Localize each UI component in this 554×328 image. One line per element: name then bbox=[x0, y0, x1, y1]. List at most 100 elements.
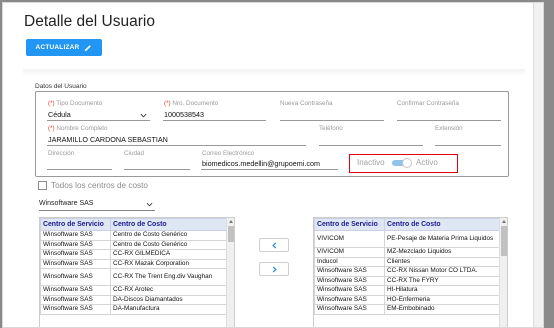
nueva-contrasena-label: Nueva Contraseña bbox=[280, 100, 333, 107]
direccion-label: Dirección bbox=[48, 150, 75, 157]
nueva-contrasena-input[interactable] bbox=[280, 120, 384, 121]
right-table-scroll-thumb[interactable] bbox=[501, 226, 507, 256]
table-cell: Winsoftware SAS bbox=[314, 294, 385, 305]
company-select-value: Winsoftware SAS bbox=[39, 200, 94, 207]
table-cell: CC-RX Arotec bbox=[110, 285, 227, 296]
table-row[interactable]: VIVICOM PE-Pesaje de Materia Prima Liquid… bbox=[314, 230, 500, 248]
right-table-scrollbar[interactable] bbox=[499, 218, 507, 327]
table-row[interactable]: Winsoftware SAS Centro de Costo Genérico bbox=[40, 230, 227, 241]
extension-label: Extensión bbox=[435, 125, 463, 132]
company-select[interactable]: Winsoftware SAS bbox=[39, 199, 155, 211]
nro-documento-label: (*) Nro. Documento bbox=[164, 100, 218, 107]
table-row[interactable]: Winsoftware SAS EM-Embobinado bbox=[314, 304, 500, 315]
table-row[interactable]: Inducol Clientes bbox=[314, 256, 500, 267]
tipo-documento-label: (*) Tipo Documento bbox=[48, 100, 102, 107]
table-cell: CC-RX GILMEDICA bbox=[110, 249, 227, 260]
all-cost-centers-label: Todos los centros de costo bbox=[51, 181, 148, 190]
table-cell: Winsoftware SAS bbox=[314, 275, 385, 286]
update-button-label: ACTUALIZAR bbox=[35, 44, 80, 51]
correo-underline bbox=[201, 169, 338, 170]
dialog-title: Detalle del Usuario bbox=[24, 13, 155, 30]
nombre-completo-label: (*) Nombre Completo bbox=[48, 125, 108, 132]
tipo-documento-select[interactable]: Cédula bbox=[48, 110, 71, 119]
table-cell: DA-Manufactura bbox=[110, 304, 227, 315]
scroll-up-arrow-icon[interactable] bbox=[502, 220, 506, 223]
table-cell: CC-RX The FYRY bbox=[384, 275, 500, 286]
table-row[interactable]: Winsoftware SAS CC-RX Nissan Motor CO LTD… bbox=[314, 266, 500, 277]
table-row[interactable]: VIVICOM MZ-Mezclado Liquidos bbox=[314, 247, 500, 258]
tipo-documento-label-text: Tipo Documento bbox=[56, 100, 103, 107]
ciudad-label: Ciudad bbox=[124, 150, 144, 157]
table-cell: CC-RX Nissan Motor CO LTDA. bbox=[384, 266, 500, 277]
status-toggle-knob[interactable] bbox=[402, 158, 412, 168]
direccion-input[interactable] bbox=[47, 169, 112, 170]
table-cell: CC-RX Mazak Corporation bbox=[110, 258, 227, 269]
correo-input[interactable]: biomedicos.medellin@grupoemi.com bbox=[202, 159, 320, 168]
all-cost-centers-checkbox[interactable] bbox=[38, 181, 47, 190]
chevron-right-icon bbox=[272, 265, 277, 273]
column-header[interactable]: Centro de Costo bbox=[384, 218, 500, 231]
required-mark: (*) bbox=[164, 100, 171, 107]
nombre-completo-input[interactable]: JARAMILLO CARDONA SEBASTIAN bbox=[48, 135, 168, 144]
table-row[interactable]: Winsoftware SAS HI-Hilatura bbox=[314, 285, 500, 296]
assigned-cost-centers-table: Centro de Servicio Centro de Costo VIVIC… bbox=[314, 218, 500, 315]
table-row[interactable]: Winsoftware SAS DA-Manufactura bbox=[40, 304, 227, 315]
table-cell: MZ-Mezclado Liquidos bbox=[384, 247, 500, 258]
table-cell: Winsoftware SAS bbox=[314, 266, 385, 277]
left-table-scrollbar[interactable] bbox=[226, 218, 234, 327]
extension-input[interactable] bbox=[435, 145, 501, 146]
table-cell: EM-Embobinado bbox=[384, 304, 500, 315]
table-row[interactable]: Winsoftware SAS CC-RX GILMEDICA bbox=[40, 249, 227, 260]
inactive-label: Inactivo bbox=[357, 158, 385, 167]
required-mark: (*) bbox=[48, 125, 55, 132]
telefono-input[interactable] bbox=[319, 145, 423, 146]
user-detail-dialog: Detalle del Usuario ACTUALIZAR Datos del… bbox=[2, 2, 544, 328]
update-button[interactable]: ACTUALIZAR bbox=[26, 39, 102, 56]
table-cell: VIVICOM bbox=[314, 230, 385, 248]
telefono-label: Teléfono bbox=[319, 125, 343, 132]
column-header[interactable]: Centro de Servicio bbox=[40, 218, 111, 231]
table-cell: Inducol bbox=[314, 256, 385, 267]
chevron-down-icon[interactable] bbox=[140, 112, 147, 119]
table-cell: Winsoftware SAS bbox=[40, 304, 111, 315]
table-cell: Winsoftware SAS bbox=[40, 230, 111, 241]
column-header[interactable]: Centro de Servicio bbox=[314, 218, 385, 231]
table-row[interactable]: Winsoftware SAS HO-Enfermeria bbox=[314, 294, 500, 305]
nro-documento-label-text: Nro. Documento bbox=[172, 100, 219, 107]
scroll-up-arrow-icon[interactable] bbox=[229, 220, 233, 223]
correo-label: Correo Electrónico bbox=[202, 150, 255, 157]
chevron-left-icon bbox=[271, 241, 276, 249]
tipo-documento-underline bbox=[47, 120, 150, 121]
table-row[interactable]: Winsoftware SAS DA-Discos Diamantados bbox=[40, 294, 227, 305]
table-row[interactable]: Winsoftware SAS CC-RX Mazak Corporation bbox=[40, 258, 227, 269]
table-cell: Winsoftware SAS bbox=[314, 304, 385, 315]
nro-documento-input[interactable]: 1000538543 bbox=[164, 110, 204, 119]
ciudad-input[interactable] bbox=[124, 169, 190, 170]
table-cell: PE-Pesaje de Materia Prima Liquidos bbox=[384, 230, 500, 248]
table-cell: Winsoftware SAS bbox=[314, 285, 385, 296]
table-cell: Winsoftware SAS bbox=[40, 294, 111, 305]
move-left-button[interactable] bbox=[259, 238, 289, 252]
dialog-scrollbar[interactable] bbox=[533, 3, 543, 327]
table-cell: Winsoftware SAS bbox=[40, 258, 111, 269]
table-row[interactable]: Winsoftware SAS CC-RX Arotec bbox=[40, 285, 227, 296]
assigned-cost-centers-grid: Centro de Servicio Centro de Costo VIVIC… bbox=[313, 217, 508, 327]
table-row[interactable]: Winsoftware SAS CC-RX The Trent Eng.div V… bbox=[40, 268, 227, 286]
table-cell: HO-Enfermeria bbox=[384, 294, 500, 305]
table-cell: Centro de Costo Genérico bbox=[110, 239, 227, 250]
required-mark: (*) bbox=[48, 100, 55, 107]
status-toggle-highlight: Inactivo Activo bbox=[349, 154, 458, 173]
table-cell: Winsoftware SAS bbox=[40, 239, 111, 250]
nombre-completo-label-text: Nombre Completo bbox=[56, 125, 108, 132]
table-row[interactable]: Winsoftware SAS Centro de Costo Genérico bbox=[40, 239, 227, 250]
move-right-button[interactable] bbox=[259, 262, 289, 276]
left-table-scroll-thumb[interactable] bbox=[228, 226, 234, 242]
available-cost-centers-table: Centro de Servicio Centro de Costo Winso… bbox=[40, 218, 227, 315]
section-divider bbox=[23, 69, 525, 76]
table-row[interactable]: Winsoftware SAS CC-RX The FYRY bbox=[314, 275, 500, 286]
nombre-completo-underline bbox=[47, 145, 306, 146]
column-header[interactable]: Centro de Costo bbox=[110, 218, 227, 231]
table-cell: Winsoftware SAS bbox=[40, 285, 111, 296]
table-cell: Clientes bbox=[384, 256, 500, 267]
confirmar-contrasena-input[interactable] bbox=[397, 120, 501, 121]
